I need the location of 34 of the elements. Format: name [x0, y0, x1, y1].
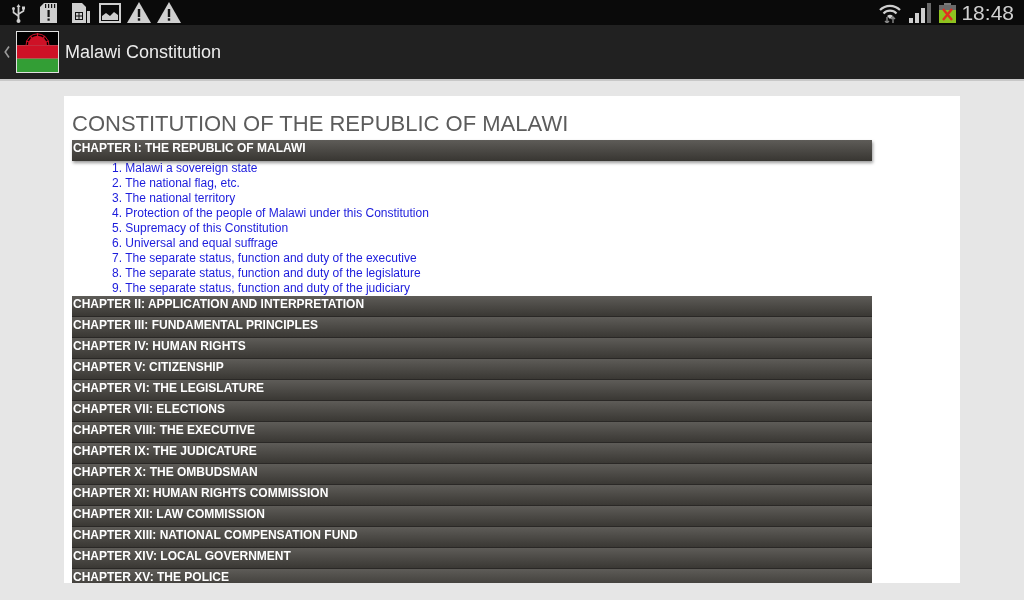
- signal-icon: [909, 2, 933, 23]
- app-title: Malawi Constitution: [65, 40, 222, 64]
- chapter-header[interactable]: CHAPTER XIII: NATIONAL COMPENSATION FUND: [72, 527, 872, 548]
- clock-time: 18:48: [961, 0, 1014, 25]
- section-link[interactable]: 4. Protection of the people of Malawi under this Constitution: [112, 206, 429, 221]
- wifi-icon: [878, 2, 903, 23]
- flag-icon: [16, 31, 59, 73]
- chapter-header[interactable]: CHAPTER XII: LAW COMMISSION: [72, 506, 872, 527]
- chapter-header[interactable]: CHAPTER VI: THE LEGISLATURE: [72, 380, 872, 401]
- chapter-header[interactable]: CHAPTER I: THE REPUBLIC OF MALAWI: [72, 140, 872, 161]
- section-link[interactable]: 6. Universal and equal suffrage: [112, 236, 278, 251]
- chapter-header[interactable]: CHAPTER II: APPLICATION AND INTERPRETATION: [72, 296, 872, 317]
- chapter-header[interactable]: CHAPTER VIII: THE EXECUTIVE: [72, 422, 872, 443]
- chapter-header[interactable]: CHAPTER X: THE OMBUDSMAN: [72, 464, 872, 485]
- section-link[interactable]: 7. The separate status, function and duty of the executive: [112, 251, 417, 266]
- section-link[interactable]: 5. Supremacy of this Constitution: [112, 221, 289, 236]
- image-icon: [99, 2, 121, 23]
- battery-error-icon: [939, 2, 957, 23]
- chapter-header[interactable]: CHAPTER III: FUNDAMENTAL PRINCIPLES: [72, 317, 872, 338]
- section-link[interactable]: 3. The national territory: [112, 191, 236, 206]
- section-link[interactable]: 9. The separate status, function and duty of the judiciary: [112, 281, 410, 296]
- chapter-header[interactable]: CHAPTER XV: THE POLICE: [72, 569, 872, 583]
- back-caret-icon[interactable]: [4, 46, 10, 58]
- chapter-header[interactable]: CHAPTER IX: THE JUDICATURE: [72, 443, 872, 464]
- section-link[interactable]: 1. Malawi a sovereign state: [112, 161, 258, 176]
- chapter-header[interactable]: CHAPTER V: CITIZENSHIP: [72, 359, 872, 380]
- section-link[interactable]: 8. The separate status, function and duty of the legislature: [112, 266, 421, 281]
- document-title: CONSTITUTION OF THE REPUBLIC OF MALAWI: [72, 110, 569, 138]
- section-link[interactable]: 2. The national flag, etc.: [112, 176, 240, 191]
- chapter-header[interactable]: CHAPTER VII: ELECTIONS: [72, 401, 872, 422]
- chapter-header[interactable]: CHAPTER XIV: LOCAL GOVERNMENT: [72, 548, 872, 569]
- chapter-header[interactable]: CHAPTER IV: HUMAN RIGHTS: [72, 338, 872, 359]
- chapter-header[interactable]: CHAPTER XI: HUMAN RIGHTS COMMISSION: [72, 485, 872, 506]
- usb-icon: [12, 2, 25, 23]
